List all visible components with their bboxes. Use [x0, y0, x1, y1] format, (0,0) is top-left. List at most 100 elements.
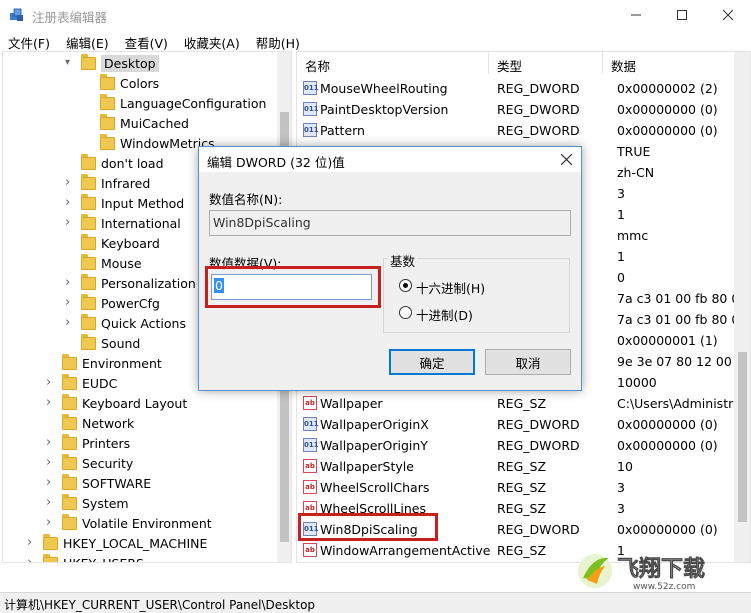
chevron-right-icon[interactable]: › [65, 316, 75, 329]
tree-node[interactable]: › Printers [46, 433, 130, 453]
chevron-right-icon[interactable]: › [46, 496, 56, 509]
decimal-radio[interactable] [399, 306, 412, 319]
ok-button[interactable]: 确定 [389, 349, 475, 375]
tree-node[interactable]: › Volatile Environment [46, 513, 212, 533]
tree-node[interactable]: don't load [81, 153, 164, 173]
decimal-label[interactable]: 十进制(D) [416, 305, 473, 324]
tree-node[interactable]: › Infrared [65, 173, 151, 193]
hex-label[interactable]: 十六进制(H) [416, 278, 485, 297]
tree-node[interactable]: › Input Method [65, 193, 184, 213]
cancel-button[interactable]: 取消 [485, 349, 571, 375]
tree-node[interactable]: Network [62, 413, 134, 433]
folder-icon [62, 493, 77, 510]
watermark-logo: 飞翔下载 www.52z.com [573, 550, 751, 592]
value-name-label: 数值名称(N): [209, 192, 283, 207]
folder-icon [100, 133, 115, 150]
chevron-right-icon[interactable]: › [65, 216, 75, 229]
cell-name: MouseWheelRouting [320, 81, 448, 96]
list-row[interactable]: 011 WallpaperOriginX REG_DWORD 0x00000000 (… [297, 414, 737, 435]
chevron-right-icon[interactable]: › [46, 516, 56, 529]
cell-data: 0x00000001 (1) [617, 333, 718, 348]
tree-node[interactable]: › PowerCfg [65, 293, 160, 313]
chevron-right-icon[interactable]: › [46, 376, 56, 389]
tree-node[interactable]: › International [65, 213, 181, 233]
cell-data: 10000 [617, 375, 657, 390]
menu-file[interactable]: 文件(F) [6, 30, 57, 51]
tree-node-label: LanguageConfiguration [120, 95, 267, 111]
tree-node[interactable]: ▾ Desktop [65, 53, 159, 73]
column-header-name[interactable]: 名称 [297, 52, 489, 74]
chevron-right-icon[interactable]: › [46, 456, 56, 469]
cell-type: REG_SZ [497, 396, 547, 411]
folder-icon [81, 253, 96, 270]
tree-node[interactable]: › Security [46, 453, 133, 473]
column-header-data[interactable]: 数据 [603, 52, 737, 74]
cell-data: 10 [617, 459, 633, 474]
tree-node[interactable]: › Personalization [65, 273, 196, 293]
list-row[interactable]: ab WheelScrollChars REG_SZ 3 [297, 477, 737, 498]
hex-radio[interactable] [399, 279, 412, 292]
folder-icon [100, 93, 115, 110]
maximize-button[interactable] [659, 0, 705, 30]
tree-node[interactable]: Keyboard [81, 233, 160, 253]
list-scroll-thumb[interactable] [738, 352, 747, 522]
cell-name: WallpaperOriginX [320, 417, 429, 432]
chevron-right-icon[interactable]: › [65, 176, 75, 189]
tree-node[interactable]: › HKEY_USERS [27, 553, 144, 562]
list-row[interactable]: 011 MouseWheelRouting REG_DWORD 0x00000002 … [297, 78, 737, 99]
chevron-right-icon[interactable]: › [65, 196, 75, 209]
chevron-right-icon[interactable]: › [46, 436, 56, 449]
tree-node[interactable]: › Keyboard Layout [46, 393, 187, 413]
tree-node[interactable]: MuiCached [100, 113, 189, 133]
chevron-right-icon[interactable]: › [46, 396, 56, 409]
dialog-title: 编辑 DWORD (32 位)值 [199, 147, 581, 172]
menu-favorites[interactable]: 收藏夹(A) [182, 30, 247, 51]
list-row[interactable]: 011 WallpaperOriginY REG_DWORD 0x00000000 (… [297, 435, 737, 456]
tree-node[interactable]: LanguageConfiguration [100, 93, 266, 113]
list-row[interactable]: 011 PaintDesktopVersion REG_DWORD 0x0000000… [297, 99, 737, 120]
minimize-button[interactable] [613, 0, 659, 30]
watermark-svg: 飞翔下载 www.52z.com [578, 554, 705, 592]
folder-icon [81, 153, 96, 170]
chevron-down-icon[interactable]: ▾ [65, 58, 75, 68]
tree-node[interactable]: › HKEY_LOCAL_MACHINE [27, 533, 207, 553]
cell-data: 0x00000002 (2) [617, 81, 718, 96]
chevron-right-icon[interactable]: › [65, 296, 75, 309]
tree-node[interactable]: › EUDC [46, 373, 117, 393]
maximize-icon [677, 10, 687, 20]
list-scrollbar[interactable] [734, 52, 750, 562]
tree-node[interactable]: Mouse [81, 253, 142, 273]
folder-icon [81, 273, 96, 290]
cell-type: REG_DWORD [497, 438, 580, 453]
list-row[interactable]: ab Wallpaper REG_SZ C:\Users\Administra [297, 393, 741, 414]
cell-data: 0 [617, 270, 625, 285]
chevron-right-icon[interactable]: › [46, 476, 56, 489]
tree-node-label: Quick Actions [101, 315, 186, 331]
tree-node[interactable]: Environment [62, 353, 162, 373]
edit-dword-dialog: 编辑 DWORD (32 位)值 数值名称(N): Win8DpiScaling… [198, 146, 582, 391]
cell-data: 3 [617, 186, 625, 201]
folder-icon [62, 353, 77, 370]
folder-icon [43, 533, 58, 550]
chevron-right-icon[interactable]: › [27, 536, 37, 549]
dialog-close-button[interactable] [554, 149, 578, 169]
tree-node[interactable]: › SOFTWARE [46, 473, 151, 493]
close-button[interactable] [705, 0, 751, 30]
tree-node[interactable]: › System [46, 493, 129, 513]
list-row[interactable]: 011 Pattern REG_DWORD 0x00000000 (0) [297, 120, 737, 141]
menu-view[interactable]: 查看(V) [123, 30, 175, 51]
tree-node-label: MuiCached [120, 115, 189, 131]
cell-data: C:\Users\Administra [617, 396, 741, 411]
tree-node-label: Infrared [101, 175, 151, 191]
column-header-type[interactable]: 类型 [489, 52, 603, 74]
menu-help[interactable]: 帮助(H) [254, 30, 307, 51]
chevron-right-icon[interactable]: › [65, 276, 75, 289]
tree-node[interactable]: Sound [81, 333, 140, 353]
tree-node[interactable]: › Quick Actions [65, 313, 186, 333]
binary-value-icon: 011 [303, 417, 319, 431]
chevron-right-icon[interactable]: › [27, 556, 37, 562]
tree-node[interactable]: Colors [100, 73, 159, 93]
menu-edit[interactable]: 编辑(E) [64, 30, 116, 51]
folder-icon [62, 433, 77, 450]
list-row[interactable]: ab WallpaperStyle REG_SZ 10 [297, 456, 737, 477]
